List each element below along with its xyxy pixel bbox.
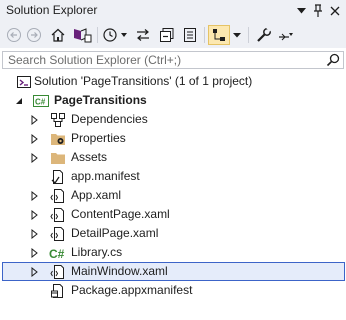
search-placeholder: Search Solution Explorer (Ctrl+;) (8, 53, 182, 67)
search-input[interactable]: Search Solution Explorer (Ctrl+;) (2, 51, 344, 69)
tree-row-package-appxmanifest[interactable]: Package.appxmanifest (0, 281, 346, 300)
svg-text:C#: C# (35, 98, 46, 107)
toolbar-separator (97, 27, 98, 43)
tree-row-detailpage-xaml[interactable]: DetailPage.xaml (0, 224, 346, 243)
chevron-right-icon[interactable] (29, 114, 39, 126)
tree-row-app-xaml[interactable]: App.xaml (0, 186, 346, 205)
tree-item-label: App.xaml (71, 188, 122, 202)
tree-item-label: Library.cs (71, 245, 123, 259)
chevron-down-icon[interactable] (293, 3, 309, 19)
preview-icon[interactable] (208, 25, 230, 45)
tree-item-label: Dependencies (71, 112, 148, 126)
chevron-right-icon[interactable] (29, 133, 39, 145)
solution-icon (16, 74, 32, 90)
pin-icon[interactable] (310, 3, 326, 19)
tree-row-project[interactable]: C# PageTransitions (0, 91, 346, 110)
chevron-right-icon[interactable] (29, 228, 39, 240)
collapse-all-icon[interactable] (157, 25, 177, 45)
switch-views-icon[interactable] (71, 25, 93, 45)
options-icon[interactable] (276, 25, 296, 45)
tree-row-app-manifest[interactable]: app.manifest (0, 167, 346, 186)
chevron-expanded-icon[interactable] (14, 95, 24, 105)
forward-arrow-icon[interactable] (25, 25, 43, 45)
wrench-icon[interactable] (254, 25, 274, 45)
tree-item-label: ContentPage.xaml (71, 207, 170, 221)
tree-item-label: Assets (71, 150, 108, 164)
chevron-right-icon[interactable] (29, 266, 39, 278)
tree-row-dependencies[interactable]: Dependencies (0, 110, 346, 129)
chevron-right-icon[interactable] (29, 190, 39, 202)
toolbar-separator (204, 27, 205, 43)
tree-row-assets[interactable]: Assets (0, 148, 346, 167)
home-icon[interactable] (48, 25, 68, 45)
tree-row-solution[interactable]: Solution 'PageTransitions' (1 of 1 proje… (0, 72, 346, 91)
xaml-file-icon (50, 264, 66, 280)
history-clock-icon[interactable] (101, 25, 129, 45)
tree-row-properties[interactable]: Properties (0, 129, 346, 148)
xaml-file-icon (50, 188, 66, 204)
xaml-file-icon (50, 207, 66, 223)
tree-item-label: Package.appxmanifest (71, 283, 193, 297)
tree-item-label: DetailPage.xaml (71, 226, 159, 240)
chevron-right-icon[interactable] (29, 209, 39, 221)
toolbar (0, 22, 346, 48)
tree-row-library-cs[interactable]: C# Library.cs (0, 243, 346, 262)
csharp-file-icon: C# (49, 245, 67, 261)
project-label: PageTransitions (54, 93, 147, 107)
chevron-down-icon[interactable] (231, 25, 243, 45)
tree-item-label: MainWindow.xaml (71, 264, 168, 278)
tree-item-label: app.manifest (71, 169, 140, 183)
chevron-right-icon[interactable] (29, 152, 39, 164)
csharp-project-icon: C# (32, 93, 49, 109)
title-bar: Solution Explorer (0, 0, 346, 22)
manifest-file-icon (50, 169, 66, 185)
chevron-right-icon[interactable] (29, 247, 39, 259)
back-arrow-icon[interactable] (5, 25, 23, 45)
solution-label: Solution 'PageTransitions' (1 of 1 proje… (34, 74, 253, 88)
appx-manifest-icon (50, 283, 66, 299)
properties-folder-icon (50, 131, 66, 147)
search-icon[interactable] (326, 53, 340, 70)
show-all-files-icon[interactable] (180, 25, 200, 45)
svg-text:C#: C# (49, 247, 65, 261)
sync-arrows-icon[interactable] (133, 25, 153, 45)
xaml-file-icon (50, 226, 66, 242)
dependencies-icon (50, 112, 66, 128)
toolbar-separator (248, 27, 249, 43)
tree-row-mainwindow-xaml[interactable]: MainWindow.xaml (2, 262, 345, 281)
close-icon[interactable] (327, 3, 343, 19)
folder-icon (50, 150, 66, 166)
tree-item-label: Properties (71, 131, 126, 145)
window-title: Solution Explorer (6, 3, 98, 17)
tree-row-contentpage-xaml[interactable]: ContentPage.xaml (0, 205, 346, 224)
